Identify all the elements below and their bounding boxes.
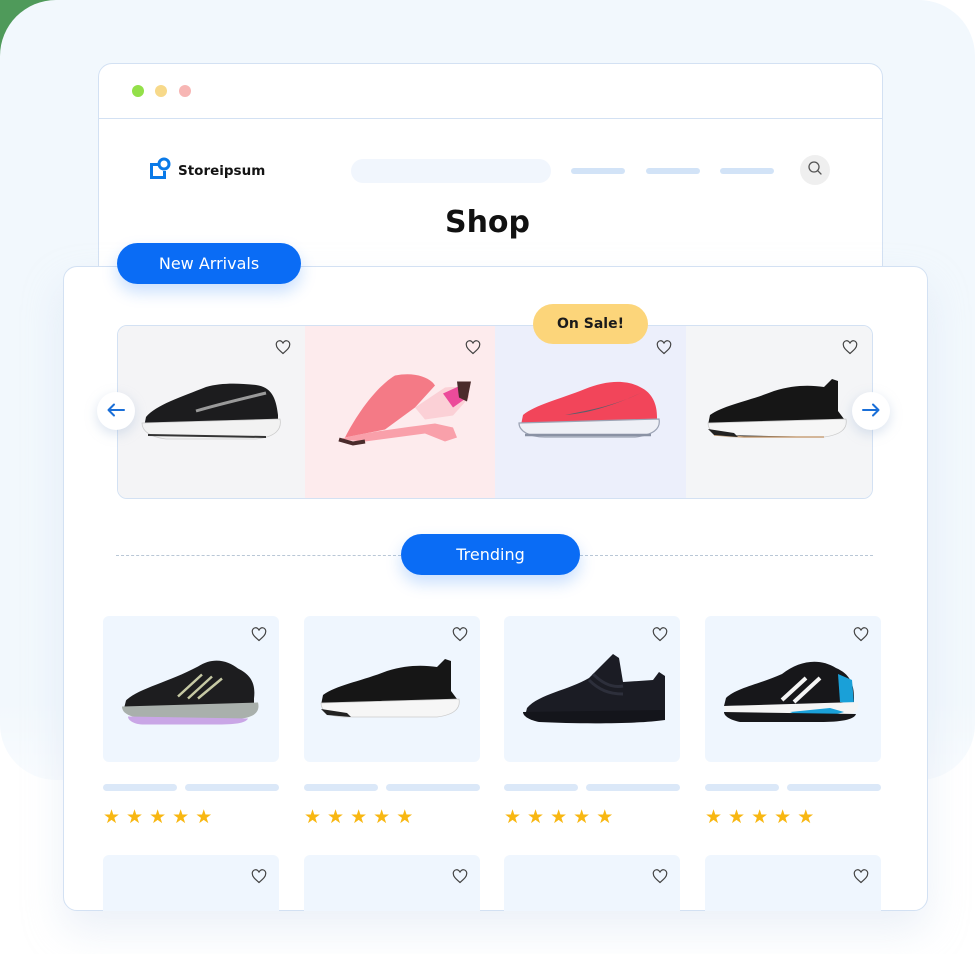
heart-icon[interactable] <box>452 627 468 646</box>
window-dot-green[interactable] <box>132 85 144 97</box>
search-bar[interactable] <box>351 159 551 183</box>
heart-icon[interactable] <box>251 627 267 646</box>
product-thumbnail[interactable] <box>304 855 480 911</box>
page-title: Shop <box>444 205 531 240</box>
new-arrivals-carousel <box>117 325 873 499</box>
black-white-running-shoe-image <box>136 375 286 449</box>
star-icon: ★ <box>396 806 414 828</box>
product-card[interactable]: ★ ★ ★ ★ ★ <box>705 616 881 827</box>
heart-icon[interactable] <box>853 869 869 888</box>
search-icon <box>807 160 823 180</box>
window-dot-red[interactable] <box>179 85 191 97</box>
pink-slip-on-shoe-image <box>325 368 475 457</box>
star-icon: ★ <box>195 806 213 828</box>
star-icon: ★ <box>350 806 368 828</box>
black-knit-sneaker-image <box>317 655 467 729</box>
window-dot-yellow[interactable] <box>155 85 167 97</box>
product-thumbnail[interactable] <box>705 616 881 762</box>
nav-item-3[interactable] <box>720 168 774 174</box>
black-knit-sneaker-image <box>704 375 854 449</box>
star-icon: ★ <box>774 806 792 828</box>
carousel-slide[interactable] <box>495 326 686 498</box>
heart-icon[interactable] <box>452 869 468 888</box>
star-icon: ★ <box>550 806 568 828</box>
star-icon: ★ <box>596 806 614 828</box>
star-icon: ★ <box>304 806 322 828</box>
star-icon: ★ <box>504 806 522 828</box>
heart-icon[interactable] <box>465 340 481 359</box>
product-card[interactable]: ★ ★ ★ ★ ★ <box>103 616 279 827</box>
divider-left <box>116 555 401 556</box>
arrow-left-icon <box>107 402 125 421</box>
heart-icon[interactable] <box>275 340 291 359</box>
product-thumbnail[interactable] <box>304 616 480 762</box>
heart-icon[interactable] <box>652 627 668 646</box>
red-running-shoe-image <box>515 375 665 449</box>
product-title-placeholder <box>304 784 480 791</box>
rating-stars: ★ ★ ★ ★ ★ <box>705 808 814 827</box>
black-trail-shoe-image <box>118 652 264 731</box>
new-arrivals-button[interactable]: New Arrivals <box>117 243 301 284</box>
heart-icon[interactable] <box>652 869 668 888</box>
product-thumbnail[interactable] <box>504 855 680 911</box>
product-thumbnail[interactable] <box>103 616 279 762</box>
product-card[interactable]: ★ ★ ★ ★ ★ <box>304 616 480 827</box>
heart-icon[interactable] <box>853 627 869 646</box>
carousel-prev-button[interactable] <box>97 392 135 430</box>
star-icon: ★ <box>373 806 391 828</box>
black-laced-sneaker-image <box>519 650 665 734</box>
storeipsum-logo-icon <box>148 157 172 185</box>
divider-right <box>580 555 873 556</box>
rating-stars: ★ ★ ★ ★ ★ <box>103 808 212 827</box>
star-icon: ★ <box>728 806 746 828</box>
black-blue-court-shoe-image <box>720 654 866 730</box>
carousel-slide[interactable] <box>685 326 872 498</box>
nav-item-2[interactable] <box>646 168 700 174</box>
on-sale-badge: On Sale! <box>533 304 648 344</box>
product-thumbnail[interactable] <box>103 855 279 911</box>
heart-icon[interactable] <box>656 340 672 359</box>
star-icon: ★ <box>797 806 815 828</box>
star-icon: ★ <box>705 806 723 828</box>
site-logo[interactable]: Storeipsum <box>148 157 265 185</box>
carousel-next-button[interactable] <box>852 392 890 430</box>
star-icon: ★ <box>573 806 591 828</box>
carousel-slide[interactable] <box>304 326 495 498</box>
product-thumbnail[interactable] <box>705 855 881 911</box>
product-title-placeholder <box>504 784 680 791</box>
rating-stars: ★ ★ ★ ★ ★ <box>304 808 413 827</box>
search-button[interactable] <box>800 155 830 185</box>
product-card[interactable]: ★ ★ ★ ★ ★ <box>504 616 680 827</box>
carousel-slide[interactable] <box>118 326 305 498</box>
heart-icon[interactable] <box>842 340 858 359</box>
star-icon: ★ <box>126 806 144 828</box>
nav-item-1[interactable] <box>571 168 625 174</box>
arrow-right-icon <box>862 402 880 421</box>
heart-icon[interactable] <box>251 869 267 888</box>
browser-title-bar <box>99 64 882 119</box>
rating-stars: ★ ★ ★ ★ ★ <box>504 808 613 827</box>
star-icon: ★ <box>149 806 167 828</box>
logo-text: Storeipsum <box>178 163 266 179</box>
star-icon: ★ <box>172 806 190 828</box>
trending-button[interactable]: Trending <box>401 534 580 575</box>
star-icon: ★ <box>751 806 769 828</box>
product-title-placeholder <box>705 784 881 791</box>
product-thumbnail[interactable] <box>504 616 680 762</box>
star-icon: ★ <box>103 806 121 828</box>
product-title-placeholder <box>103 784 279 791</box>
star-icon: ★ <box>327 806 345 828</box>
star-icon: ★ <box>527 806 545 828</box>
